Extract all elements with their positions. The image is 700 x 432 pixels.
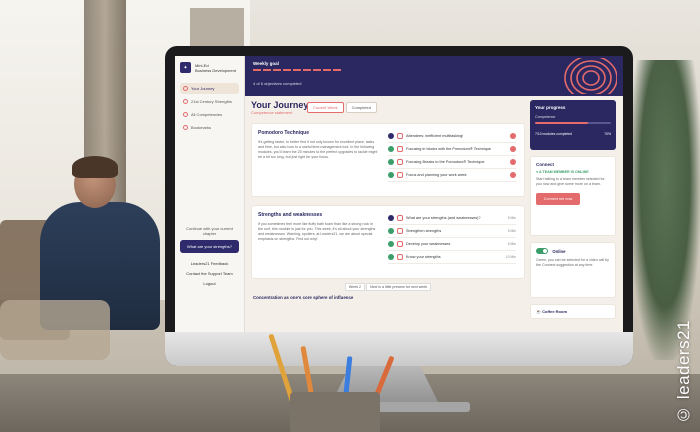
progress-bar <box>535 122 611 124</box>
app-screen: ✦ Mini-Ed Business Development Your Jour… <box>175 56 623 332</box>
header: Weekly goal 4 of 6 objectives completed <box>245 56 623 96</box>
page-title: Your Journey <box>251 100 309 110</box>
brand-subtitle: Business Development <box>195 67 236 73</box>
swirl-decoration-icon <box>564 58 617 94</box>
sidebar-item-your-journey[interactable]: Your Journey <box>180 83 239 94</box>
task-type-icon <box>397 146 403 152</box>
sidebar-item-label: All Competencies <box>191 112 223 117</box>
brand-logo: ✦ <box>180 62 191 73</box>
online-text: Green, you can be selected for a video c… <box>536 258 609 268</box>
check-icon <box>388 254 394 260</box>
task-list: Attendees: inefficient multitasking! Foc… <box>388 130 516 182</box>
task-type-icon <box>397 172 403 178</box>
task-item[interactable]: Develop your weaknesses 5 Min <box>388 238 516 251</box>
task-type-icon <box>397 254 403 260</box>
feedback-link[interactable]: Leaders21 Feedback <box>180 261 239 266</box>
page-subtitle: Competence statement <box>251 110 293 115</box>
help-note: Continue with your current chapter <box>186 226 233 236</box>
online-label: Online <box>552 248 566 254</box>
sidebar-item-competencies[interactable]: All Competencies <box>180 109 239 120</box>
progress-card: Your progress Competence 7/10 modules co… <box>530 100 616 150</box>
bookmark-icon <box>183 125 188 130</box>
tab-completed[interactable]: Completed <box>345 102 377 113</box>
task-item[interactable]: Focus and planning your work week <box>388 169 516 182</box>
logout-link[interactable]: Logout <box>180 281 239 286</box>
coffee-icon: ☕ <box>536 309 541 314</box>
tab-current-week[interactable]: Current Week <box>307 102 344 113</box>
check-icon <box>388 228 394 234</box>
right-column: Your progress Competence 7/10 modules co… <box>530 100 616 319</box>
task-type-icon <box>397 215 403 221</box>
sidebar-item-label: 21st Century Strengths <box>191 99 232 104</box>
strengths-icon <box>183 99 188 104</box>
card-text: It's getting faster, to better find it n… <box>258 140 378 159</box>
wall-picture <box>190 8 244 48</box>
task-item[interactable]: Focusing in blocks with the Pomodoro® Te… <box>388 143 516 156</box>
module-card-strengths[interactable]: Strengths and weaknesses If you sometime… <box>251 205 525 279</box>
check-icon <box>388 159 394 165</box>
sidebar-item-label: Bookmarks <box>191 125 212 130</box>
online-toggle[interactable] <box>536 248 548 254</box>
task-item[interactable]: What are your strengths (and weaknesses)… <box>388 212 516 225</box>
modules-completed: 7/10 modules completed <box>535 132 572 136</box>
connect-text: Start talking to a team member selected … <box>536 177 605 186</box>
journey-icon <box>183 86 188 91</box>
coffee-room-link[interactable]: ☕ Coffee Room <box>530 304 616 319</box>
monitor-chin <box>165 332 633 366</box>
connect-button[interactable]: Connect me now <box>536 193 580 205</box>
journey-tabs: Current Week Completed <box>307 102 377 113</box>
check-icon <box>388 241 394 247</box>
plant <box>630 60 700 360</box>
check-icon <box>388 146 394 152</box>
main-content: Your Journey Competence statement Curren… <box>251 100 525 300</box>
photo-credit: © leaders21 <box>674 320 693 424</box>
competencies-icon <box>183 112 188 117</box>
progress-fill <box>535 122 589 124</box>
task-type-icon <box>397 133 403 139</box>
status-icon <box>388 133 394 139</box>
open-icon <box>510 159 516 165</box>
next-section-title: Concentration as one's core sphere of in… <box>253 295 354 300</box>
check-icon <box>388 172 394 178</box>
open-icon <box>510 146 516 152</box>
strengths-cta-button[interactable]: What are your strengths? <box>180 240 239 253</box>
sidebar-bottom: Continue with your current chapter What … <box>180 226 239 291</box>
task-list: What are your strengths (and weaknesses)… <box>388 212 516 264</box>
card-text: If you sometimes feel more like fluffy b… <box>258 222 376 241</box>
connect-title: Connect <box>536 162 554 167</box>
competence-label: Competence <box>535 115 556 119</box>
goal-progress-bar <box>253 69 343 71</box>
status-icon <box>388 215 394 221</box>
task-item[interactable]: Strengthen strengths 5 Min <box>388 225 516 238</box>
task-type-icon <box>397 228 403 234</box>
sidebar-item-strengths[interactable]: 21st Century Strengths <box>180 96 239 107</box>
task-type-icon <box>397 159 403 165</box>
brand: ✦ Mini-Ed Business Development <box>180 62 239 73</box>
open-icon <box>510 133 516 139</box>
sidebar: ✦ Mini-Ed Business Development Your Jour… <box>175 56 245 332</box>
task-item[interactable]: Know your strengths 10 Min <box>388 251 516 264</box>
task-item[interactable]: Attendees: inefficient multitasking! <box>388 130 516 143</box>
sidebar-item-bookmarks[interactable]: Bookmarks <box>180 122 239 133</box>
sidebar-item-label: Your Journey <box>191 86 215 91</box>
sofa-cushion <box>0 300 110 360</box>
monitor: ✦ Mini-Ed Business Development Your Jour… <box>165 46 633 366</box>
week-preview-note: Week 2 Next is a little preview for next… <box>251 283 525 291</box>
module-card-pomodoro[interactable]: Pomodoro Technique It's getting faster, … <box>251 123 525 197</box>
progress-title: Your progress <box>535 105 566 110</box>
progress-percent: 70% <box>604 132 611 136</box>
support-link[interactable]: Contact the Support Team <box>180 271 239 276</box>
connect-card: Connect ● A TEAM MEMBER IS ONLINE Start … <box>530 156 616 236</box>
online-badge: ● A TEAM MEMBER IS ONLINE <box>536 170 589 174</box>
open-icon <box>510 172 516 178</box>
task-item[interactable]: Focusing Breaks to the Pomodoro® Techniq… <box>388 156 516 169</box>
task-type-icon <box>397 241 403 247</box>
online-card: Online Green, you can be selected for a … <box>530 242 616 298</box>
